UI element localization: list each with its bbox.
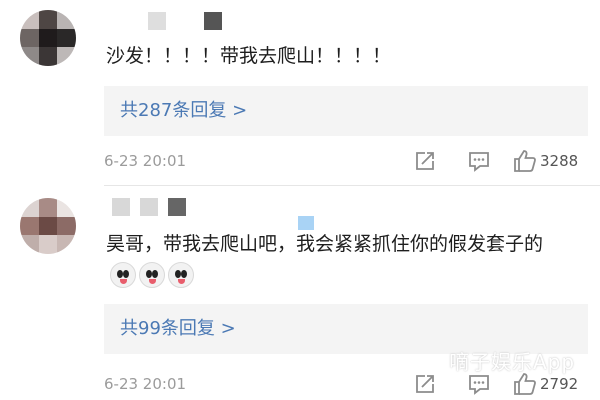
avatar-mosaic-cell <box>38 10 58 29</box>
name-mosaic-cell <box>112 198 130 216</box>
comment-meta: 6-23 20:01 3288 <box>104 148 594 174</box>
avatar-mosaic-cell <box>38 198 58 217</box>
avatar-mosaic-cell <box>57 235 76 254</box>
name-mosaic-cell <box>140 198 158 216</box>
thumbs-up-icon[interactable] <box>512 148 538 174</box>
timestamp: 6-23 20:01 <box>104 375 187 393</box>
face-emoji-icon <box>139 262 165 288</box>
avatar-mosaic-cell <box>57 10 76 29</box>
comment-text: 昊哥，带我去爬山吧，我会紧紧抓住你的假发套子的 <box>106 228 576 294</box>
avatar-mosaic-cell <box>38 216 58 236</box>
view-replies-button[interactable]: 共287条回复 > <box>104 86 588 136</box>
user-avatar[interactable] <box>20 198 76 254</box>
avatar-mosaic-cell <box>20 10 39 29</box>
user-avatar[interactable] <box>20 10 76 66</box>
avatar-mosaic-cell <box>57 198 76 217</box>
share-icon[interactable] <box>412 371 438 397</box>
comment-body: 沙发！！！！带我去爬山！！！！ <box>106 45 392 67</box>
like-count: 2792 <box>540 375 579 393</box>
name-mosaic-cell <box>176 12 194 30</box>
avatar-mosaic-cell <box>20 28 39 48</box>
username-pixelated[interactable] <box>112 198 186 216</box>
avatar-mosaic-cell <box>38 47 58 66</box>
comment-text: 沙发！！！！带我去爬山！！！！ <box>106 40 576 73</box>
emoji-group <box>110 262 194 288</box>
avatar-mosaic-cell <box>20 47 39 66</box>
name-mosaic-cell <box>204 12 222 30</box>
face-emoji-icon <box>110 262 136 288</box>
timestamp: 6-23 20:01 <box>104 152 187 170</box>
watermark: 嘀子娱乐App <box>449 350 576 374</box>
avatar-mosaic-cell <box>38 28 58 48</box>
comment-icon[interactable] <box>466 148 492 174</box>
name-mosaic-cell <box>148 12 166 30</box>
share-icon[interactable] <box>412 148 438 174</box>
avatar-mosaic-cell <box>57 216 76 236</box>
avatar-mosaic-cell <box>57 47 76 66</box>
name-mosaic-cell <box>168 198 186 216</box>
avatar-mosaic-cell <box>20 216 39 236</box>
avatar-mosaic-cell <box>57 28 76 48</box>
avatar-mosaic-cell <box>20 235 39 254</box>
comment-body: 昊哥，带我去爬山吧，我会紧紧抓住你的假发套子的 <box>106 233 544 255</box>
username-pixelated[interactable] <box>148 12 222 30</box>
comment-item: 沙发！！！！带我去爬山！！！！ 共287条回复 > 6-23 20:01 328… <box>0 0 600 186</box>
face-emoji-icon <box>168 262 194 288</box>
avatar-mosaic-cell <box>20 198 39 217</box>
like-count: 3288 <box>540 152 579 170</box>
avatar-mosaic-cell <box>38 235 58 254</box>
